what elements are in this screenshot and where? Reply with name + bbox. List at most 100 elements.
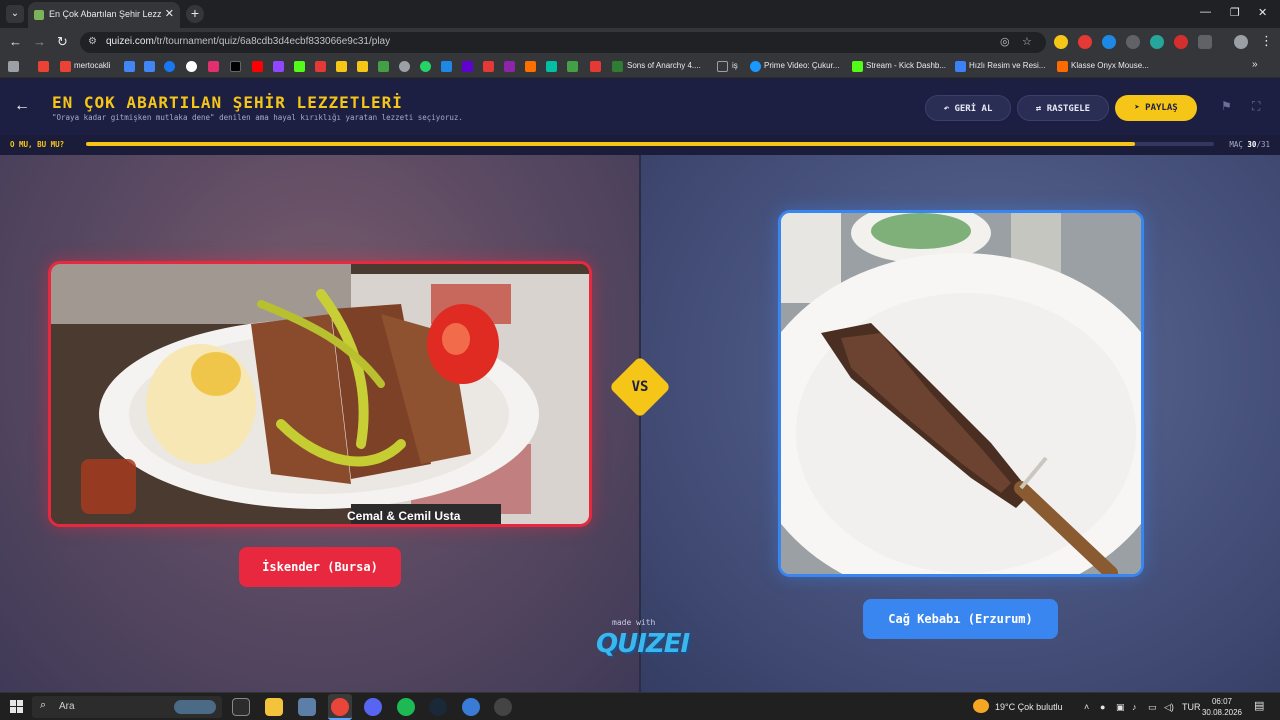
bookmark-icon[interactable] [378, 61, 389, 72]
prime-video-icon[interactable] [750, 61, 761, 72]
bookmark-icon[interactable] [590, 61, 601, 72]
fullscreen-icon[interactable]: ⛶ [1252, 99, 1260, 114]
gmail-icon[interactable] [38, 61, 49, 72]
random-button[interactable]: ⇄ RASTGELE [1017, 95, 1109, 121]
bookmark-item[interactable]: Sons of Anarchy 4.... [627, 61, 701, 70]
windows-start-icon[interactable] [10, 700, 23, 713]
facebook-icon[interactable] [164, 61, 175, 72]
close-window-icon[interactable]: ✕ [1258, 6, 1267, 19]
kick-icon[interactable] [852, 61, 863, 72]
youtube-icon[interactable] [252, 61, 263, 72]
folder-icon[interactable] [717, 61, 728, 72]
discord-icon[interactable] [364, 698, 382, 716]
browser-menu-icon[interactable]: ⋮ [1260, 33, 1273, 49]
left-choice-image[interactable]: Cemal & Cemil Usta [48, 261, 592, 527]
back-arrow-icon[interactable]: ← [14, 97, 30, 115]
tab-title: En Çok Abartılan Şehir Lezzetleri [49, 9, 161, 19]
steam-icon[interactable] [429, 698, 447, 716]
right-choice-label[interactable]: Cağ Kebabı (Erzurum) [863, 599, 1058, 639]
match-counter: MAÇ 30/31 [1229, 140, 1270, 149]
undo-button[interactable]: ↶ GERİ AL [925, 95, 1011, 121]
bookmark-folder[interactable]: iş [732, 61, 738, 70]
bookmark-icon[interactable] [336, 61, 347, 72]
quiz-page: ← EN ÇOK ABARTILAN ŞEHİR LEZZETLERİ "Ora… [0, 79, 1280, 692]
bookmark-icon[interactable] [483, 61, 494, 72]
x-icon[interactable] [230, 61, 241, 72]
bookmark-icon[interactable] [546, 61, 557, 72]
clock[interactable]: 06:07 30.08.2026 [1198, 696, 1246, 718]
bookmark-item[interactable]: Hızlı Resim ve Resi... [969, 61, 1045, 70]
bookmark-item[interactable]: Klasse Onyx Mouse... [1071, 61, 1149, 70]
bookmark-icon[interactable] [315, 61, 326, 72]
file-explorer-icon[interactable] [265, 698, 283, 716]
bookmark-icon[interactable] [504, 61, 515, 72]
bookmark-gmail-icon[interactable] [60, 61, 71, 72]
bookmark-icon[interactable] [124, 61, 135, 72]
report-flag-icon[interactable]: ⚑ [1221, 99, 1232, 113]
weather-text[interactable]: 19°C Çok bulutlu [995, 702, 1063, 712]
extension-icon[interactable] [1150, 35, 1164, 49]
bookmark-icon[interactable] [955, 61, 966, 72]
extension-icon[interactable] [1126, 35, 1140, 49]
tab-search-button[interactable]: ⌄ [6, 5, 24, 23]
tray-app-icon[interactable]: ● [1100, 702, 1105, 712]
bookmark-icon[interactable] [357, 61, 368, 72]
bookmark-icon[interactable] [441, 61, 452, 72]
taskbar-search[interactable]: ⌕ Ara [32, 696, 222, 718]
bookmark-icon[interactable] [612, 61, 623, 72]
kick-icon[interactable] [294, 61, 305, 72]
github-icon[interactable] [399, 61, 410, 72]
extension-icon[interactable] [1102, 35, 1116, 49]
task-view-icon[interactable] [232, 698, 250, 716]
spotify-icon[interactable] [397, 698, 415, 716]
apps-grid-icon[interactable] [8, 61, 19, 72]
extension-icon[interactable] [1174, 35, 1188, 49]
tab-close-icon[interactable]: ✕ [165, 7, 174, 20]
calculator-icon[interactable] [298, 698, 316, 716]
bookmark-item[interactable]: mertocakli [74, 61, 110, 70]
bookmarks-overflow-icon[interactable]: » [1252, 59, 1258, 70]
bookmark-icon[interactable] [144, 61, 155, 72]
right-choice-image[interactable] [778, 210, 1144, 577]
instagram-icon[interactable] [208, 61, 219, 72]
profile-avatar[interactable] [1234, 35, 1248, 49]
share-button[interactable]: ➤ PAYLAŞ [1115, 95, 1197, 121]
bookmark-icon[interactable] [525, 61, 536, 72]
restore-icon[interactable]: ❐ [1230, 6, 1240, 19]
quizei-logo[interactable]: QUIZEI [596, 629, 690, 659]
left-choice-label[interactable]: İskender (Bursa) [239, 547, 401, 587]
extensions-puzzle-icon[interactable] [1198, 35, 1212, 49]
bookmark-star-icon[interactable]: ☆ [1022, 35, 1032, 48]
bookmark-item[interactable]: Prime Video: Çukur... [764, 61, 839, 70]
quiz-title: EN ÇOK ABARTILAN ŞEHİR LEZZETLERİ [52, 93, 403, 112]
weather-icon[interactable] [973, 699, 989, 713]
twitch-icon[interactable] [273, 61, 284, 72]
bookmark-item[interactable]: Stream - Kick Dashb... [866, 61, 946, 70]
whatsapp-icon[interactable] [420, 61, 431, 72]
network-icon[interactable]: ▭ [1148, 702, 1157, 713]
volume-icon[interactable]: ◁) [1164, 702, 1174, 713]
google-icon[interactable] [186, 61, 197, 72]
new-tab-button[interactable]: + [186, 5, 204, 23]
notifications-icon[interactable]: ▤ [1254, 699, 1264, 712]
tray-app-icon[interactable]: ▣ [1116, 702, 1125, 713]
bookmark-icon[interactable] [1057, 61, 1068, 72]
app-icon[interactable] [462, 698, 480, 716]
app-icon[interactable] [494, 698, 512, 716]
adblock-icon[interactable] [1078, 35, 1092, 49]
back-icon[interactable]: ← [9, 34, 22, 49]
address-bar[interactable]: ⚙ quizei.com/tr/tournament/quiz/6a8cdb3d… [80, 32, 1046, 53]
forward-icon[interactable]: → [33, 34, 46, 49]
bookmark-icon[interactable] [567, 61, 578, 72]
browser-tab[interactable]: En Çok Abartılan Şehir Lezzetleri ✕ [28, 2, 180, 28]
tray-overflow-icon[interactable]: ˄ [1084, 702, 1089, 712]
microphone-icon[interactable]: ♪ [1132, 702, 1137, 712]
send-icon: ➤ [1134, 103, 1146, 113]
extension-icon[interactable] [1054, 35, 1068, 49]
yahoo-icon[interactable] [462, 61, 473, 72]
minimize-icon[interactable]: — [1200, 6, 1211, 18]
hide-eye-icon[interactable]: ◎ [1000, 35, 1010, 48]
reload-icon[interactable]: ↻ [57, 34, 68, 50]
chrome-icon[interactable] [331, 698, 349, 716]
site-info-icon[interactable]: ⚙ [88, 36, 97, 47]
